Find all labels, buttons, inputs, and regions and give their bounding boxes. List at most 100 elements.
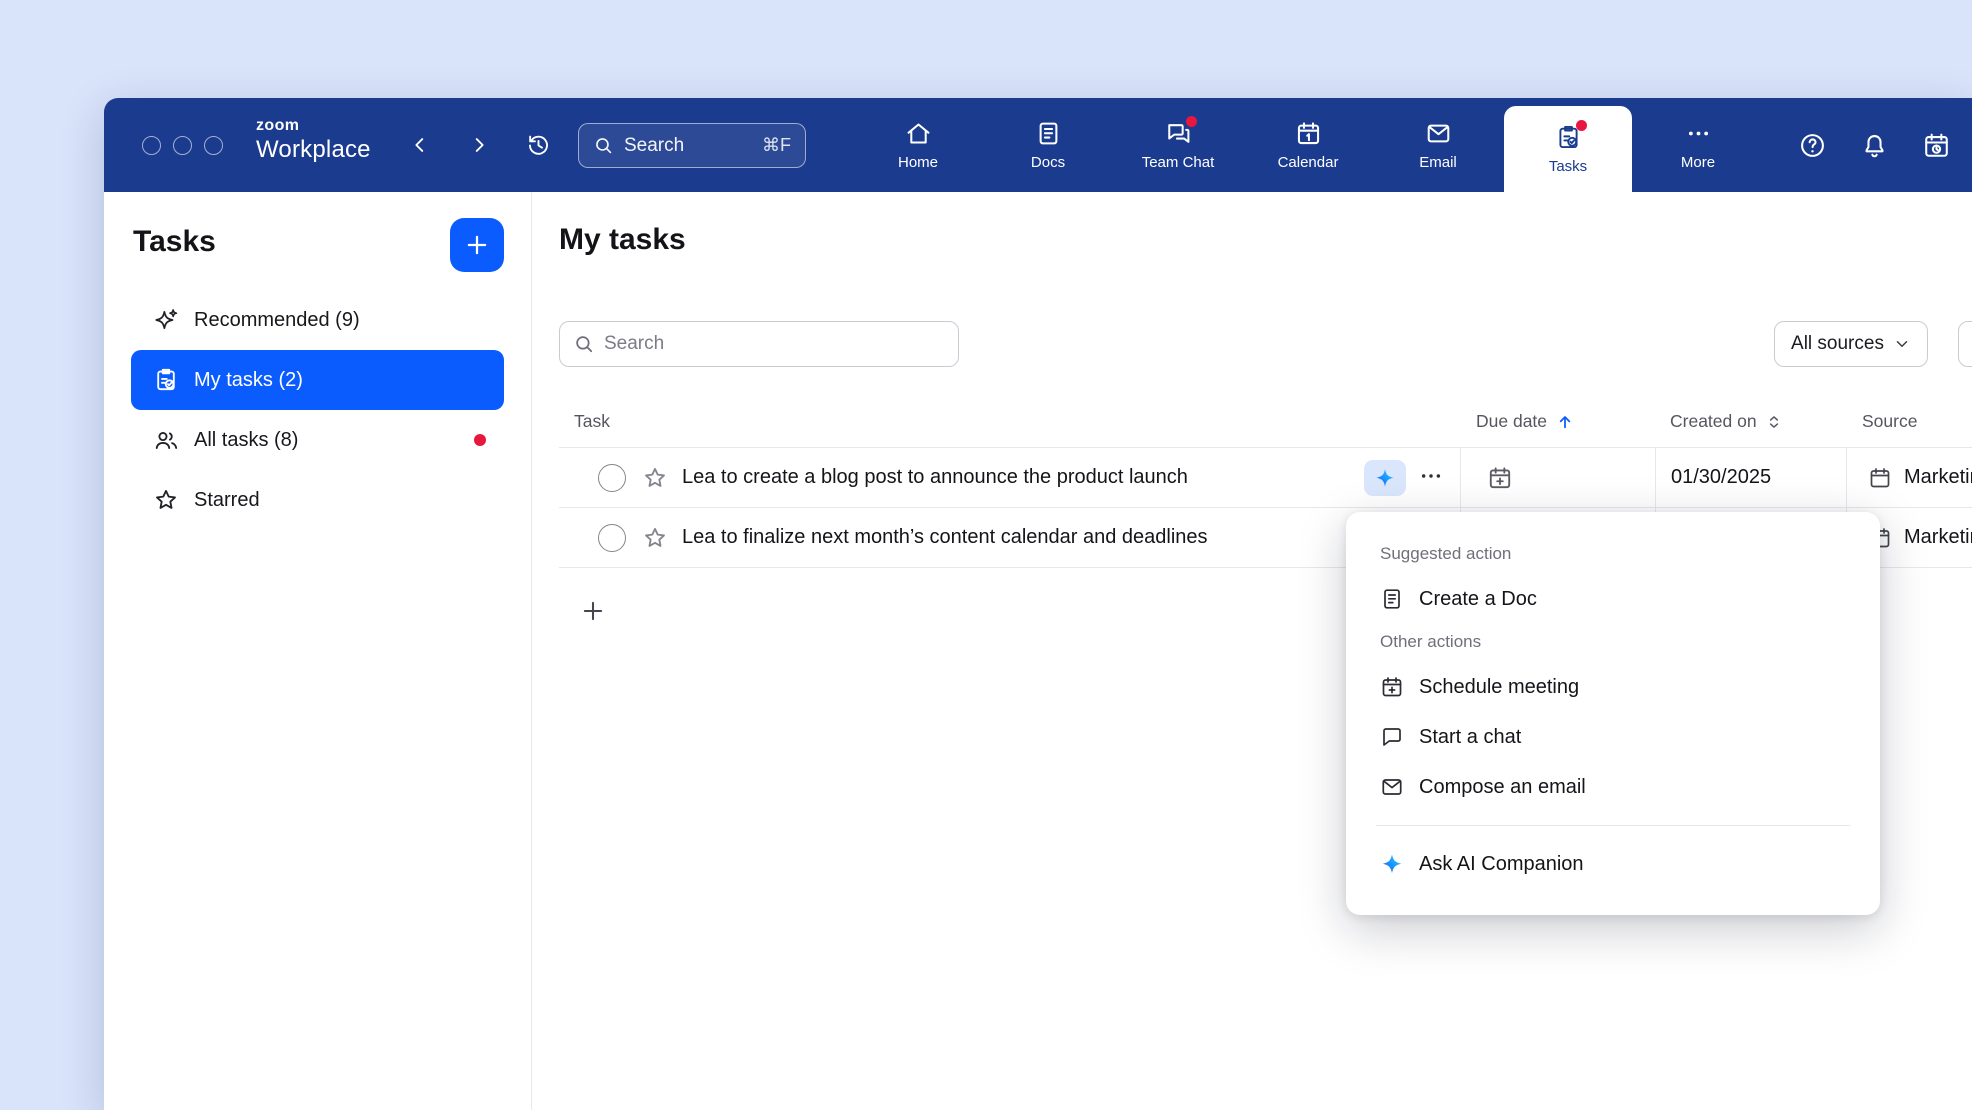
task-title: Lea to finalize next month’s content cal…	[682, 526, 1208, 549]
column-header-created-on[interactable]: Created on	[1655, 411, 1846, 432]
all-sources-filter[interactable]: All sources	[1774, 321, 1928, 367]
column-header-task[interactable]: Task	[559, 411, 1460, 432]
nav-email[interactable]: Email	[1374, 98, 1502, 192]
my-tasks-icon	[153, 367, 179, 393]
star-icon[interactable]	[642, 465, 668, 491]
menu-item-compose-email[interactable]: Compose an email	[1374, 762, 1852, 812]
docs-icon	[1035, 120, 1062, 147]
task-search[interactable]	[559, 321, 959, 367]
menu-item-schedule-meeting[interactable]: Schedule meeting	[1374, 662, 1852, 712]
team-chat-unread-badge	[1186, 116, 1197, 127]
menu-item-start-chat[interactable]: Start a chat	[1374, 712, 1852, 762]
history-button[interactable]	[520, 127, 556, 163]
sidebar-item-label: My tasks (2)	[194, 369, 303, 392]
table-header-row: Task Due date Created on Source	[559, 396, 1972, 448]
zoom-workplace-logo: zoom Workplace	[256, 117, 371, 163]
add-task-inline-button[interactable]	[580, 598, 606, 624]
star-icon[interactable]	[642, 525, 668, 551]
sidebar-item-my-tasks[interactable]: My tasks (2)	[131, 350, 504, 410]
doc-icon	[1380, 587, 1404, 611]
team-chat-icon	[1165, 120, 1192, 147]
sidebar-item-recommended[interactable]: Recommended (9)	[131, 290, 504, 350]
task-complete-checkbox[interactable]	[598, 464, 626, 492]
task-actions-menu: Suggested action Create a Doc Other acti…	[1346, 512, 1880, 915]
due-date-cell[interactable]	[1460, 448, 1655, 507]
menu-item-ask-ai-companion[interactable]: Ask AI Companion	[1374, 839, 1852, 889]
sidebar-item-label: Recommended (9)	[194, 309, 360, 332]
notifications-button[interactable]	[1860, 131, 1889, 160]
row-more-actions-button[interactable]	[1416, 463, 1446, 493]
help-icon	[1798, 131, 1827, 160]
sidebar-list: Recommended (9) My tasks (2)	[131, 290, 504, 530]
home-icon	[905, 120, 932, 147]
email-icon	[1425, 120, 1452, 147]
back-button[interactable]	[402, 127, 438, 163]
tasks-unread-badge	[1576, 120, 1587, 131]
forward-button[interactable]	[461, 127, 497, 163]
source-value: Marketing	[1904, 466, 1972, 489]
calendar-clock-icon	[1922, 131, 1951, 160]
sidebar-title: Tasks	[133, 225, 216, 259]
menu-divider	[1376, 825, 1850, 826]
created-on-value: 01/30/2025	[1671, 466, 1771, 489]
help-button[interactable]	[1798, 131, 1827, 160]
window-close-button[interactable]	[142, 136, 161, 155]
star-icon	[153, 487, 179, 513]
page-title: My tasks	[559, 223, 686, 257]
ai-companion-quick-action-button[interactable]	[1364, 460, 1406, 496]
chevron-left-icon	[409, 134, 431, 156]
calendar-icon	[1295, 120, 1322, 147]
nav-calendar[interactable]: Calendar	[1244, 98, 1372, 192]
created-on-cell: 01/30/2025	[1655, 448, 1846, 507]
menu-item-label: Schedule meeting	[1419, 676, 1579, 699]
nav-more[interactable]: More	[1634, 98, 1762, 192]
task-cell: Lea to create a blog post to announce th…	[559, 448, 1460, 507]
sidebar-item-starred[interactable]: Starred	[131, 470, 504, 530]
ai-companion-icon	[1374, 467, 1396, 489]
global-search[interactable]: Search ⌘F	[578, 123, 806, 168]
column-header-source[interactable]: Source	[1846, 411, 1972, 432]
nav-team-chat[interactable]: Team Chat	[1114, 98, 1242, 192]
source-cell: Marketing	[1846, 448, 1972, 507]
suggested-action-label: Suggested action	[1374, 536, 1852, 574]
email-icon	[1380, 775, 1404, 799]
add-due-date-icon[interactable]	[1487, 465, 1513, 491]
top-right-actions	[1798, 98, 1951, 192]
ai-companion-icon	[1380, 852, 1404, 876]
task-complete-checkbox[interactable]	[598, 524, 626, 552]
calendar-source-icon	[1868, 466, 1892, 490]
source-value: Marketing	[1904, 526, 1972, 549]
window-minimize-button[interactable]	[173, 136, 192, 155]
sort-toggle-icon[interactable]	[1765, 413, 1783, 431]
search-icon	[573, 333, 595, 355]
column-header-due-date[interactable]: Due date	[1460, 411, 1655, 432]
task-search-input[interactable]	[604, 333, 945, 355]
menu-item-create-doc[interactable]: Create a Doc	[1374, 574, 1852, 624]
clipped-filter-button[interactable]	[1958, 321, 1972, 367]
global-search-placeholder: Search	[624, 135, 752, 157]
task-title: Lea to create a blog post to announce th…	[682, 466, 1188, 489]
plus-icon	[464, 232, 490, 258]
bell-icon	[1860, 131, 1889, 160]
nav-home[interactable]: Home	[854, 98, 982, 192]
top-navigation-bar: zoom Workplace Search ⌘F	[104, 98, 1972, 192]
schedule-button[interactable]	[1922, 131, 1951, 160]
task-row[interactable]: Lea to create a blog post to announce th…	[559, 448, 1972, 508]
global-search-shortcut: ⌘F	[762, 135, 791, 156]
menu-item-label: Create a Doc	[1419, 588, 1537, 611]
window-zoom-button[interactable]	[204, 136, 223, 155]
plus-icon	[580, 598, 606, 624]
sidebar-item-all-tasks[interactable]: All tasks (8)	[131, 410, 504, 470]
window-controls	[142, 136, 223, 155]
nav-tasks[interactable]: Tasks	[1504, 106, 1632, 192]
ellipsis-icon	[1418, 463, 1444, 489]
calendar-icon	[1380, 675, 1404, 699]
all-tasks-unread-badge	[474, 434, 486, 446]
sort-ascending-icon[interactable]	[1555, 412, 1575, 432]
more-icon	[1685, 120, 1712, 147]
menu-item-label: Ask AI Companion	[1419, 853, 1584, 876]
nav-docs[interactable]: Docs	[984, 98, 1112, 192]
primary-nav: Home Docs Team Chat	[854, 98, 1762, 192]
add-task-button[interactable]	[450, 218, 504, 272]
workplace-wordmark: Workplace	[256, 137, 371, 163]
